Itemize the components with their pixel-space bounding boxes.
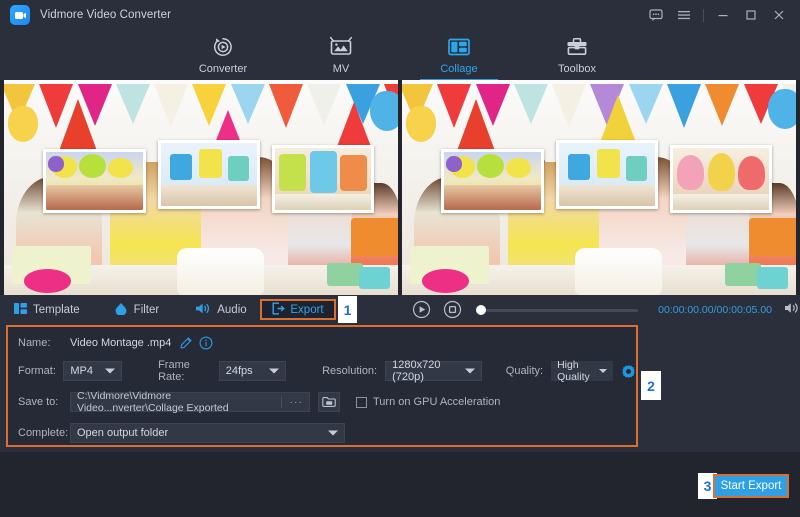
gpu-acceleration-label: Turn on GPU Acceleration bbox=[373, 396, 500, 408]
browse-more-button[interactable]: ··· bbox=[281, 396, 304, 408]
quality-select[interactable]: High Quality bbox=[551, 361, 613, 381]
maximize-icon[interactable] bbox=[738, 2, 764, 28]
toolbar-item-template-label: Template bbox=[33, 304, 80, 316]
title-bar: Vidmore Video Converter bbox=[0, 0, 800, 30]
export-icon bbox=[272, 302, 285, 318]
start-export-button[interactable]: Start Export bbox=[713, 474, 789, 498]
volume-icon[interactable] bbox=[784, 301, 800, 320]
template-icon bbox=[14, 302, 27, 318]
framerate-label: Frame Rate: bbox=[158, 359, 211, 383]
collage-cell-1[interactable] bbox=[43, 149, 145, 214]
export-button[interactable]: Export bbox=[260, 299, 336, 320]
tab-collage-label: Collage bbox=[440, 63, 477, 75]
divider bbox=[703, 9, 704, 22]
export-settings-panel: Name: Video Montage .mp4 Format: MP4 bbox=[6, 325, 638, 447]
collage-cell-3[interactable] bbox=[272, 145, 374, 214]
saveto-path-field[interactable]: C:\Vidmore\Vidmore Video...nverter\Colla… bbox=[70, 392, 310, 412]
resolution-label: Resolution: bbox=[322, 365, 377, 377]
framerate-select-value: 24fps bbox=[226, 365, 253, 377]
chevron-down-icon bbox=[328, 431, 338, 436]
collage-editor-canvas[interactable] bbox=[4, 80, 398, 295]
minimize-icon[interactable] bbox=[710, 2, 736, 28]
complete-action-select[interactable]: Open output folder bbox=[70, 423, 345, 443]
pencil-edit-icon[interactable] bbox=[179, 336, 193, 350]
stop-icon[interactable] bbox=[443, 300, 462, 320]
info-icon[interactable] bbox=[199, 336, 213, 350]
chevron-down-icon bbox=[465, 369, 475, 374]
step-badge-1: 1 bbox=[338, 296, 357, 323]
preview-cell-3 bbox=[670, 145, 772, 214]
resolution-select-value: 1280x720 (720p) bbox=[392, 359, 475, 383]
toolbox-icon bbox=[565, 34, 589, 60]
step-badge-2: 2 bbox=[641, 371, 661, 400]
tab-toolbox-label: Toolbox bbox=[558, 63, 596, 75]
close-icon[interactable] bbox=[766, 2, 792, 28]
output-name-value: Video Montage .mp4 bbox=[70, 337, 171, 349]
complete-action-value: Open output folder bbox=[77, 427, 168, 439]
play-icon[interactable] bbox=[412, 300, 431, 320]
filter-icon bbox=[114, 302, 128, 318]
saveto-path-value: C:\Vidmore\Vidmore Video...nverter\Colla… bbox=[77, 390, 281, 414]
player-controls: 00:00:00.00/00:00:05.00 bbox=[400, 296, 800, 324]
preview-area bbox=[0, 80, 800, 295]
playback-timeline-slider[interactable] bbox=[476, 309, 638, 312]
audio-icon bbox=[195, 302, 211, 318]
app-window: Vidmore Video Converter bbox=[0, 0, 800, 517]
toolbar-item-filter-label: Filter bbox=[134, 304, 160, 316]
chevron-down-icon bbox=[599, 369, 607, 373]
preview-cell-2 bbox=[556, 140, 658, 209]
tab-converter-label: Converter bbox=[199, 63, 247, 75]
toolbar-item-template[interactable]: Template bbox=[14, 302, 80, 318]
folder-open-icon[interactable] bbox=[318, 392, 340, 412]
toolbar-item-audio-label: Audio bbox=[217, 304, 246, 316]
bottom-bar bbox=[0, 452, 800, 517]
party-photo-right bbox=[402, 80, 796, 295]
tab-mv-label: MV bbox=[333, 63, 350, 75]
tab-collage[interactable]: Collage bbox=[420, 30, 498, 80]
window-controls bbox=[643, 0, 792, 30]
chevron-down-icon bbox=[269, 369, 279, 374]
collage-preview-canvas[interactable] bbox=[402, 80, 796, 295]
complete-label: Complete: bbox=[18, 427, 66, 439]
chevron-down-icon bbox=[105, 369, 115, 374]
menu-icon[interactable] bbox=[671, 2, 697, 28]
framerate-select[interactable]: 24fps bbox=[219, 361, 286, 381]
format-select[interactable]: MP4 bbox=[63, 361, 122, 381]
timeline-handle[interactable] bbox=[476, 305, 486, 315]
export-button-label: Export bbox=[290, 304, 323, 316]
collage-icon bbox=[447, 34, 471, 60]
feedback-icon[interactable] bbox=[643, 2, 669, 28]
saveto-label: Save to: bbox=[18, 396, 66, 408]
party-photo-left bbox=[4, 80, 398, 295]
resolution-select[interactable]: 1280x720 (720p) bbox=[385, 361, 482, 381]
name-label: Name: bbox=[18, 337, 66, 349]
gear-settings-icon[interactable] bbox=[621, 364, 636, 379]
format-select-value: MP4 bbox=[70, 365, 93, 377]
quality-label: Quality: bbox=[506, 365, 543, 377]
collage-cell-2[interactable] bbox=[158, 140, 260, 209]
gpu-acceleration-checkbox-row[interactable]: Turn on GPU Acceleration bbox=[356, 396, 500, 408]
converter-icon bbox=[212, 34, 234, 60]
format-label: Format: bbox=[18, 365, 59, 377]
toolbar-item-filter[interactable]: Filter bbox=[114, 302, 160, 318]
tab-toolbox[interactable]: Toolbox bbox=[538, 30, 616, 80]
tab-mv[interactable]: MV bbox=[302, 30, 380, 80]
video-converter-logo-icon bbox=[10, 5, 30, 25]
mv-icon bbox=[329, 34, 353, 60]
gpu-acceleration-checkbox[interactable] bbox=[356, 397, 367, 408]
preview-cell-1 bbox=[441, 149, 543, 214]
app-title: Vidmore Video Converter bbox=[40, 9, 171, 21]
tab-converter[interactable]: Converter bbox=[184, 30, 262, 80]
time-display: 00:00:00.00/00:00:05.00 bbox=[658, 304, 772, 316]
main-nav-tabs: Converter MV C bbox=[0, 30, 800, 80]
toolbar-item-audio[interactable]: Audio bbox=[195, 302, 246, 318]
